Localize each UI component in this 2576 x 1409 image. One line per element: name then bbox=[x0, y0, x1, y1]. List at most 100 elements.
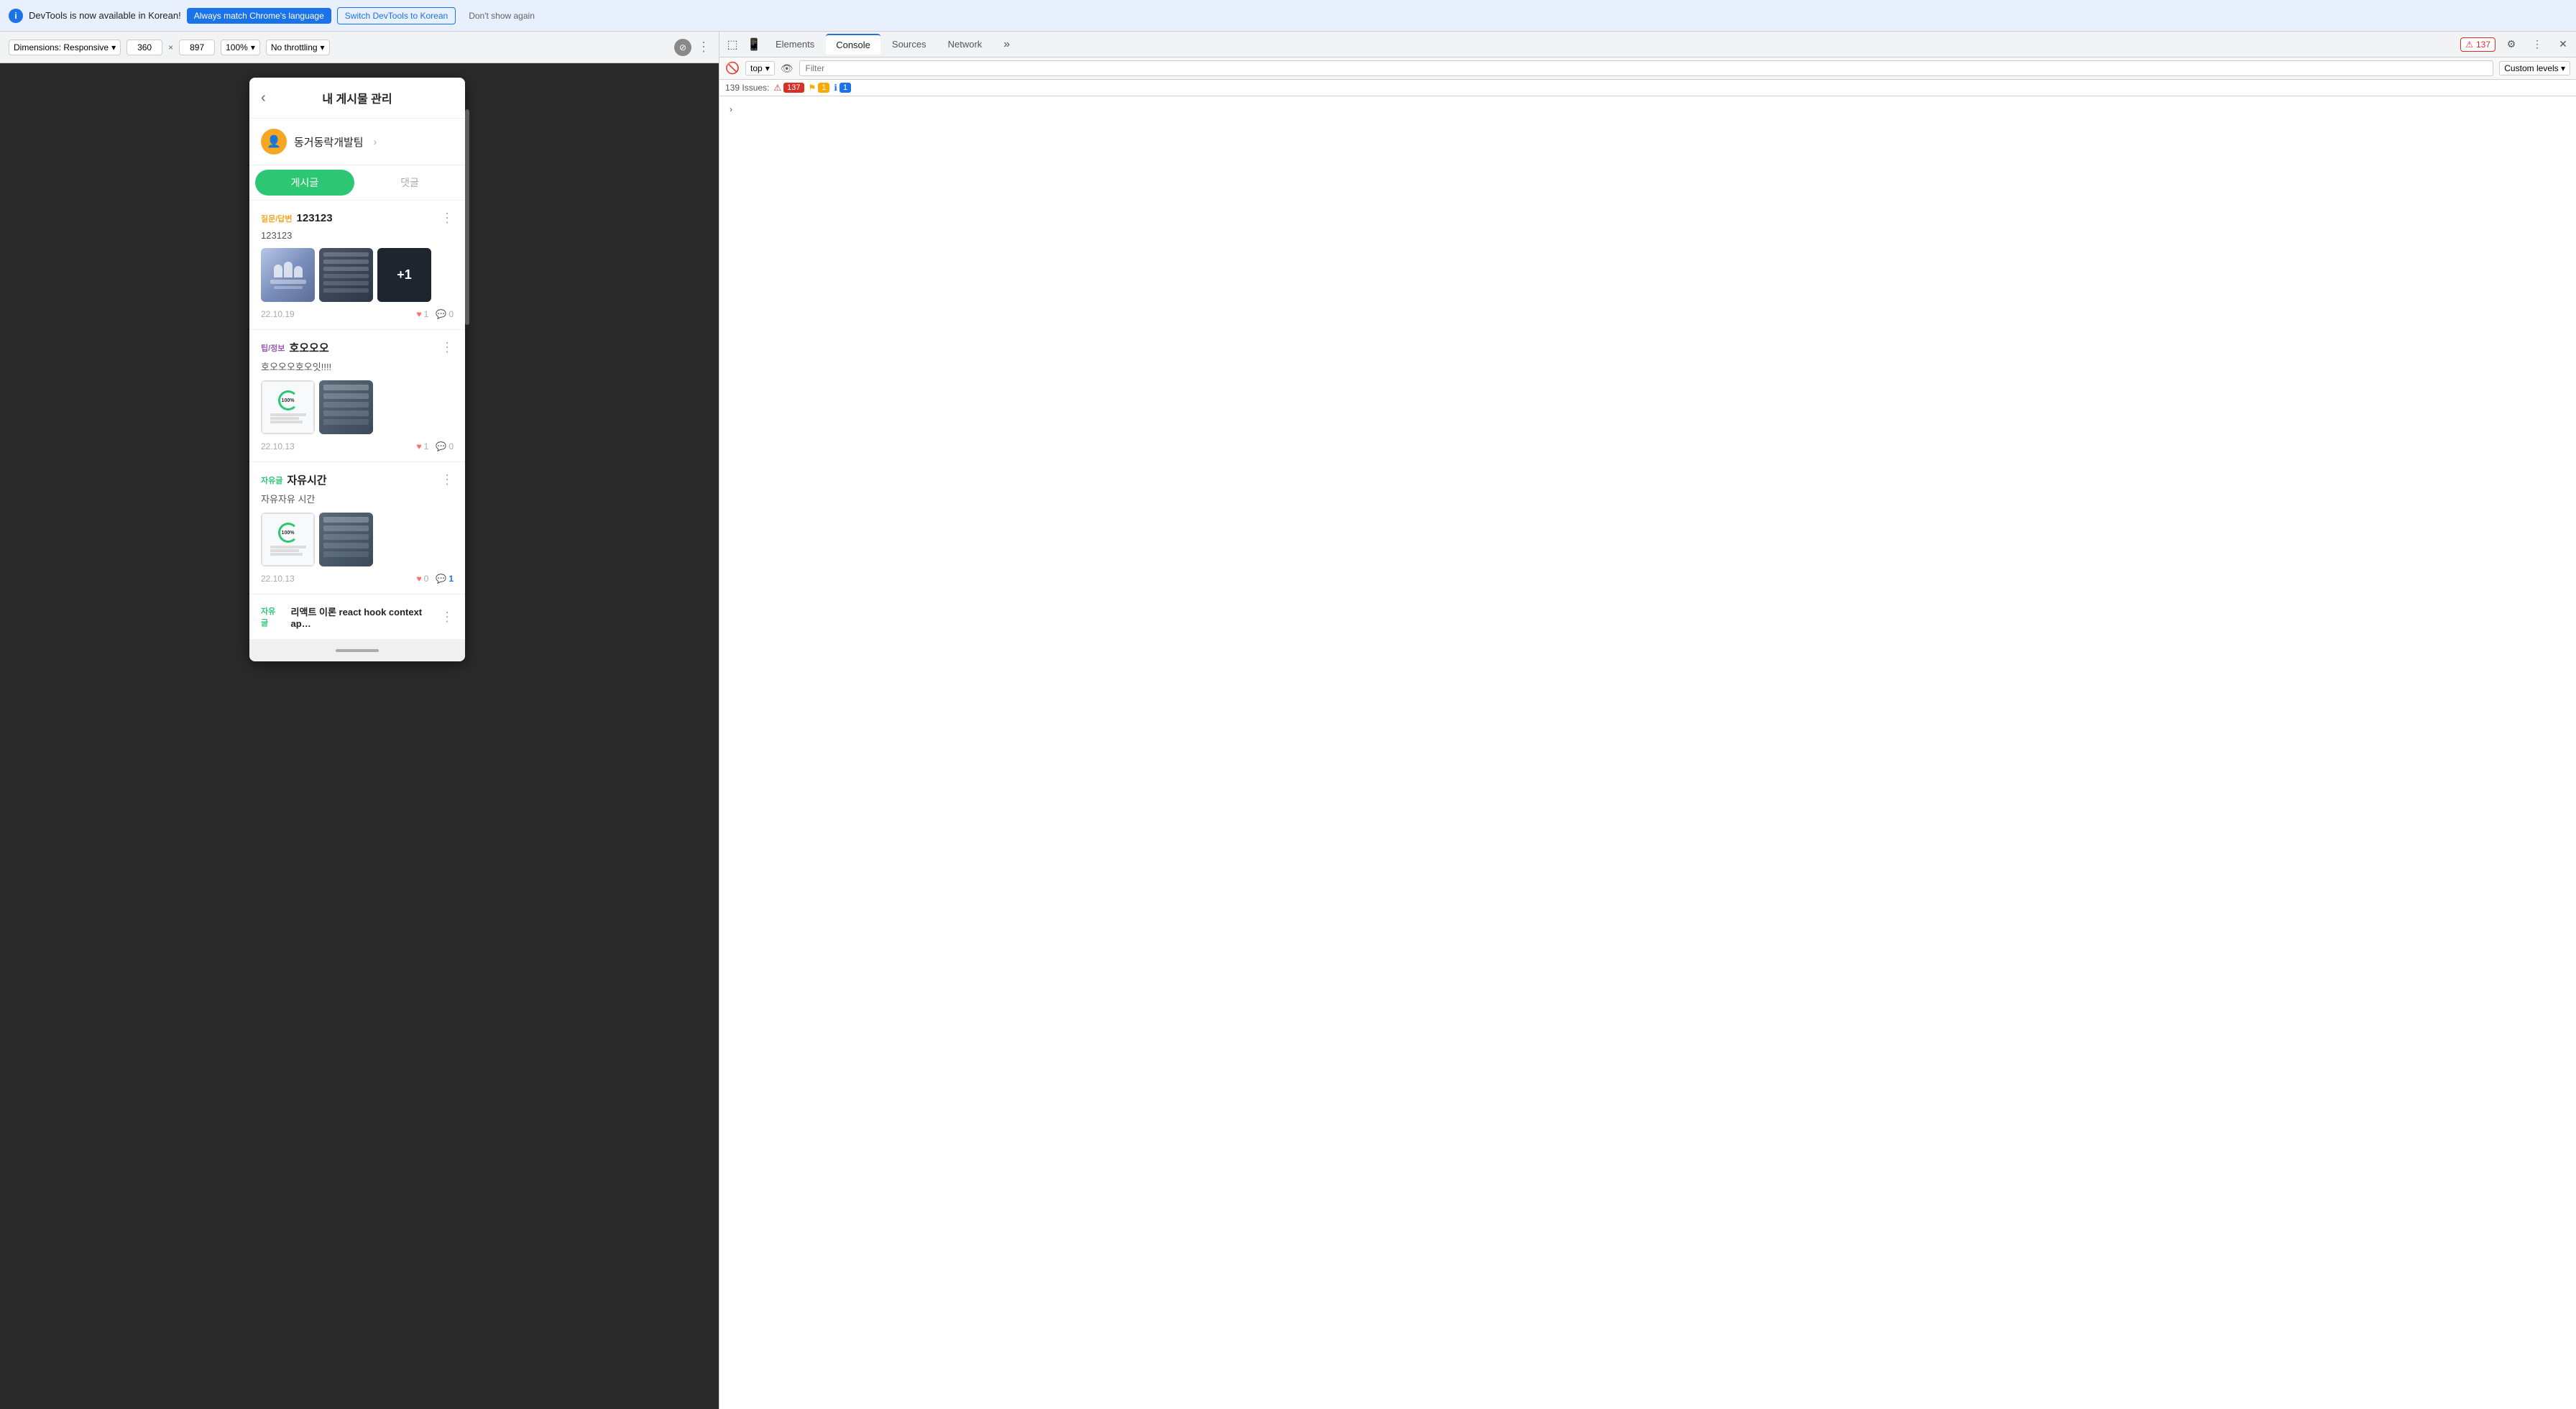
dismiss-banner-button[interactable]: Don't show again bbox=[461, 8, 542, 24]
dimension-separator: × bbox=[168, 42, 173, 52]
error-count: 137 bbox=[2476, 40, 2490, 50]
more-options-icon[interactable]: ⋮ bbox=[697, 40, 710, 55]
post-stats: ♥ 1 💬 0 bbox=[417, 441, 454, 451]
post-header: 질문/답변 123123 ⋮ bbox=[261, 211, 454, 226]
error-count-badge: 137 bbox=[783, 83, 804, 93]
post-more-button[interactable]: ⋮ bbox=[441, 211, 454, 226]
custom-levels-label: Custom levels bbox=[2504, 63, 2558, 73]
post-image-office bbox=[319, 380, 373, 434]
post-image-3: +1 bbox=[377, 248, 431, 302]
info-issues-badge: ℹ 1 bbox=[834, 83, 851, 93]
zoom-arrow-icon: ▾ bbox=[251, 42, 255, 52]
banner-text: DevTools is now available in Korean! bbox=[29, 10, 181, 21]
tab-comment[interactable]: 댓글 bbox=[360, 170, 459, 196]
tab-console[interactable]: Console bbox=[826, 34, 880, 55]
tab-more[interactable]: » bbox=[993, 34, 1020, 55]
browser-viewport: Dimensions: Responsive ▾ × 100% ▾ No thr… bbox=[0, 32, 719, 1409]
post-title: 리액트 이론 react hook context ap… bbox=[291, 605, 441, 629]
home-indicator bbox=[336, 649, 379, 652]
profile-section[interactable]: 👤 동거동락개발팀 › bbox=[249, 119, 465, 165]
post-content: 123123 bbox=[261, 230, 454, 241]
switch-korean-button[interactable]: Switch DevTools to Korean bbox=[337, 7, 456, 24]
tab-post[interactable]: 게시글 bbox=[255, 170, 354, 196]
tab-sources[interactable]: Sources bbox=[882, 35, 937, 54]
app-header: ‹ 내 게시물 관리 bbox=[249, 78, 465, 119]
post-more-button[interactable]: ⋮ bbox=[441, 610, 454, 625]
tab-bar: 게시글 댓글 bbox=[249, 165, 465, 201]
post-image-2 bbox=[319, 248, 373, 302]
throttle-arrow-icon: ▾ bbox=[321, 42, 325, 52]
post-more-button[interactable]: ⋮ bbox=[441, 340, 454, 355]
post-more-button[interactable]: ⋮ bbox=[441, 472, 454, 487]
post-content: 호오오오호오잇!!!! bbox=[261, 359, 454, 373]
post-item: 자유글 자유시간 ⋮ 자유자유 시간 100% bbox=[249, 462, 465, 595]
comments-count: 0 bbox=[448, 441, 454, 451]
throttle-select[interactable]: No throttling ▾ bbox=[266, 40, 330, 55]
warning-count-badge: 1 bbox=[818, 83, 829, 93]
post-title-row: 자유글 리액트 이론 react hook context ap… bbox=[261, 605, 441, 629]
comment-icon: 💬 bbox=[436, 574, 446, 584]
devtools-panel: ⬚ 📱 Elements Console Sources Network » ⚠… bbox=[719, 32, 2576, 1409]
post-category: 자유글 bbox=[261, 605, 282, 628]
post-image-chart2: 100% bbox=[261, 513, 315, 566]
console-expand-button[interactable]: › bbox=[725, 104, 737, 115]
likes-count: 1 bbox=[424, 441, 429, 451]
likes-count: 0 bbox=[424, 574, 429, 584]
responsive-mode-select[interactable]: Dimensions: Responsive ▾ bbox=[9, 40, 121, 55]
post-title: 호오오오 bbox=[289, 340, 328, 355]
likes-count: 1 bbox=[424, 309, 429, 319]
responsive-mode-label: Dimensions: Responsive bbox=[14, 42, 109, 52]
post-title: 자유시간 bbox=[287, 472, 326, 487]
post-item: 자유글 리액트 이론 react hook context ap… ⋮ bbox=[249, 595, 465, 640]
tab-elements[interactable]: Elements bbox=[765, 35, 824, 54]
height-input[interactable] bbox=[179, 40, 215, 55]
post-images: 100% bbox=[261, 513, 454, 566]
width-input[interactable] bbox=[126, 40, 162, 55]
post-title-row: 질문/답변 123123 bbox=[261, 212, 441, 224]
error-issues-badge: ⚠ 137 bbox=[773, 83, 804, 93]
comment-icon: 💬 bbox=[436, 441, 446, 451]
post-content: 자유자유 시간 bbox=[261, 492, 454, 505]
context-dropdown-icon: ▾ bbox=[765, 63, 770, 73]
console-toolbar: 🚫 top ▾ 👁 Custom levels ▾ bbox=[719, 58, 2576, 80]
heart-icon: ♥ bbox=[417, 574, 422, 584]
post-footer: 22.10.13 ♥ 0 💬 1 bbox=[261, 574, 454, 584]
context-select[interactable]: top ▾ bbox=[745, 61, 775, 75]
post-date: 22.10.19 bbox=[261, 309, 295, 319]
back-button[interactable]: ‹ bbox=[261, 90, 266, 106]
likes-stat: ♥ 0 bbox=[417, 574, 429, 584]
error-count-badge[interactable]: ⚠ 137 bbox=[2460, 37, 2496, 52]
eye-icon[interactable]: 👁 bbox=[781, 63, 794, 75]
tab-network[interactable]: Network bbox=[938, 35, 993, 54]
devtools-toolbar-icons: ⚠ 137 ⚙ ⋮ ✕ bbox=[2460, 35, 2573, 55]
post-item: 질문/답변 123123 ⋮ 123123 bbox=[249, 201, 465, 330]
console-filter-input[interactable] bbox=[799, 60, 2494, 76]
more-devtools-icon[interactable]: ⋮ bbox=[2527, 35, 2547, 55]
post-header: 팁/정보 호오오오 ⋮ bbox=[261, 340, 454, 355]
device-toolbar-icon[interactable]: 📱 bbox=[744, 35, 764, 55]
throttle-label: No throttling bbox=[271, 42, 318, 52]
match-language-button[interactable]: Always match Chrome's language bbox=[187, 8, 331, 24]
info-icon: i bbox=[9, 9, 23, 23]
post-title-row: 팁/정보 호오오오 bbox=[261, 340, 441, 355]
custom-levels-select[interactable]: Custom levels ▾ bbox=[2499, 61, 2570, 75]
mobile-bottom-bar bbox=[249, 640, 465, 661]
post-stats: ♥ 1 💬 0 bbox=[417, 309, 454, 319]
context-label: top bbox=[750, 63, 763, 73]
zoom-select[interactable]: 100% ▾ bbox=[221, 40, 260, 55]
post-title: 123123 bbox=[297, 212, 333, 224]
post-item: 팁/정보 호오오오 ⋮ 호오오오호오잇!!!! 100% bbox=[249, 330, 465, 462]
post-image-office2 bbox=[319, 513, 373, 566]
post-stats: ♥ 0 💬 1 bbox=[417, 574, 454, 584]
inspect-element-icon[interactable]: ⬚ bbox=[722, 35, 742, 55]
close-devtools-icon[interactable]: ✕ bbox=[2553, 35, 2573, 55]
levels-dropdown-icon: ▾ bbox=[2561, 63, 2565, 73]
settings-icon[interactable]: ⚙ bbox=[2501, 35, 2521, 55]
clear-console-button[interactable]: 🚫 bbox=[725, 61, 740, 75]
likes-stat: ♥ 1 bbox=[417, 441, 429, 451]
page-title: 내 게시물 관리 bbox=[322, 89, 392, 106]
profile-name: 동거동락개발팀 bbox=[294, 134, 364, 150]
post-date: 22.10.13 bbox=[261, 441, 295, 451]
scrollbar[interactable] bbox=[465, 109, 469, 325]
network-condition-icon: ⊘ bbox=[674, 39, 691, 56]
